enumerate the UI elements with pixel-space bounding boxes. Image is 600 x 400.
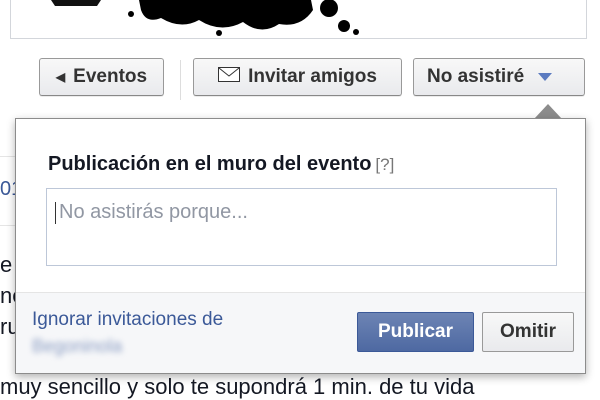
ignore-text: Ignorar invitaciones de [32, 309, 224, 330]
popup-pointer [534, 104, 562, 119]
envelope-icon [218, 66, 241, 88]
bg-divider [0, 225, 15, 226]
reason-textarea[interactable]: No asistirás porque... [46, 188, 557, 266]
toolbar-divider [180, 60, 181, 100]
text-caret [55, 201, 56, 224]
cover-ink-splatter [51, 0, 359, 36]
caret-left-icon: ◀ [55, 70, 66, 84]
ignore-user-name: Begoninola [32, 336, 123, 356]
bg-fragment: e [0, 252, 13, 277]
rsvp-dropdown-button[interactable]: No asistiré [413, 58, 585, 96]
help-link[interactable]: [?] [375, 155, 394, 174]
rsvp-label: No asistiré [427, 66, 525, 87]
back-button-label: Eventos [73, 66, 148, 87]
back-to-events-button[interactable]: ◀ Eventos [39, 58, 164, 96]
popup-title-text: Publicación en el muro del evento [48, 153, 372, 175]
omit-button[interactable]: Omitir [482, 312, 574, 352]
publish-button[interactable]: Publicar [357, 312, 474, 352]
popup-footer: Ignorar invitaciones de Begoninola Publi… [16, 292, 585, 373]
event-cover-image [10, 0, 587, 39]
caret-down-icon [538, 66, 553, 88]
ignore-invitations-link[interactable]: Ignorar invitaciones de Begoninola [32, 307, 223, 360]
reason-placeholder: No asistirás porque... [59, 201, 248, 223]
bg-divider [0, 156, 15, 157]
popup-title: Publicación en el muro del evento [?] [48, 153, 394, 176]
invite-button-label: Invitar amigos [248, 66, 377, 87]
invite-friends-button[interactable]: Invitar amigos [193, 58, 402, 96]
rsvp-post-popup: Publicación en el muro del evento [?] No … [15, 118, 586, 374]
bg-body-text: muy sencillo y solo te supondrá 1 min. d… [0, 374, 475, 399]
